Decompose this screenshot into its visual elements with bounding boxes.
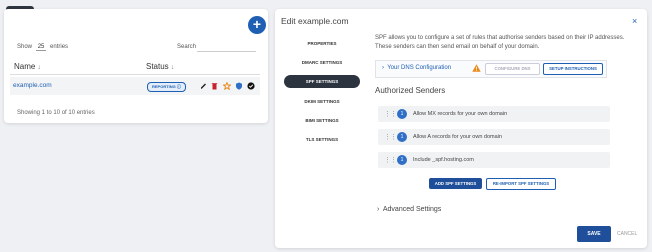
table-row: example.com REPORTING ⓘ [10, 77, 260, 95]
table-footer: Showing 1 to 10 of 10 entries [17, 110, 95, 116]
search-input[interactable] [197, 41, 256, 52]
list-item[interactable]: ⋮⋮ 1 Include _spf.hosting.com [378, 152, 610, 168]
settings-icon[interactable] [247, 82, 255, 90]
spf-description: SPF allows you to configure a set of rul… [375, 35, 625, 50]
edit-icon[interactable] [200, 82, 207, 90]
domain-list-card [4, 9, 268, 123]
sender-text: Include _spf.hosting.com [413, 157, 474, 163]
show-entries: Show 25 entries [17, 44, 69, 51]
chevron-right-icon: › [382, 65, 384, 71]
list-item[interactable]: ⋮⋮ 1 Allow MX records for your own domai… [378, 106, 610, 122]
tab-bimi-settings[interactable]: BIMI SETTINGS [284, 114, 360, 127]
tab-dkim-settings[interactable]: DKIM SETTINGS [284, 95, 360, 108]
configure-dns-button[interactable]: CONFIGURE DNS [485, 63, 540, 75]
tab-properties[interactable]: PROPERTIES [284, 37, 360, 50]
add-domain-button[interactable]: + [248, 16, 266, 34]
domain-link[interactable]: example.com [13, 82, 52, 89]
warning-icon [472, 64, 481, 72]
tab-dmarc-settings[interactable]: DMARC SETTINGS [284, 56, 360, 69]
entries-label: entries [50, 44, 69, 50]
show-label: Show [17, 44, 33, 50]
chevron-right-icon: › [377, 206, 380, 213]
drag-handle-icon[interactable]: ⋮⋮ [384, 156, 397, 164]
sender-number: 1 [397, 155, 407, 165]
status-text: REPORTING [152, 84, 176, 89]
drag-handle-icon[interactable]: ⋮⋮ [384, 110, 397, 118]
dns-configuration-label: Your DNS Configuration [387, 65, 452, 71]
tab-spf-settings[interactable]: SPF SETTINGS [284, 75, 360, 88]
sender-text: Allow A records for your own domain [413, 134, 502, 140]
search-label: Search [177, 44, 197, 50]
star-icon[interactable] [223, 82, 231, 90]
tab-tls-settings[interactable]: TLS SETTINGS [284, 133, 360, 146]
column-status-label: Status [146, 62, 169, 71]
advanced-settings-toggle[interactable]: › Advanced Settings [377, 206, 441, 213]
shield-icon[interactable] [235, 82, 243, 90]
reimport-spf-settings-button[interactable]: RE-IMPORT SPF SETTINGS [486, 178, 556, 190]
column-name-label: Name [14, 62, 36, 71]
column-header-status[interactable]: Status ↓ [146, 62, 174, 71]
column-header-name[interactable]: Name ↓ [14, 62, 41, 71]
add-spf-settings-button[interactable]: ADD SPF SETTINGS [429, 178, 482, 189]
status-badge: REPORTING ⓘ [147, 82, 186, 92]
delete-icon[interactable] [211, 82, 218, 90]
authorized-senders-title: Authorized Senders [375, 86, 446, 95]
dns-configuration-toggle[interactable]: › Your DNS Configuration [382, 65, 451, 71]
sender-number: 1 [397, 132, 407, 142]
close-icon[interactable]: × [632, 16, 637, 26]
setup-instructions-button[interactable]: SETUP INSTRUCTIONS [543, 63, 603, 75]
list-item[interactable]: ⋮⋮ 1 Allow A records for your own domain [378, 129, 610, 145]
sort-arrow-icon: ↓ [37, 64, 41, 71]
advanced-settings-label: Advanced Settings [382, 206, 442, 213]
panel-title: Edit example.com [281, 16, 349, 26]
save-button[interactable]: SAVE [577, 226, 611, 242]
sender-text: Allow MX records for your own domain [413, 111, 508, 117]
header-divider [10, 74, 260, 75]
drag-handle-icon[interactable]: ⋮⋮ [384, 133, 397, 141]
entries-select[interactable]: 25 [35, 44, 47, 51]
sender-number: 1 [397, 109, 407, 119]
cancel-button[interactable]: CANCEL [617, 231, 637, 237]
sort-arrow-icon: ↓ [170, 64, 175, 71]
